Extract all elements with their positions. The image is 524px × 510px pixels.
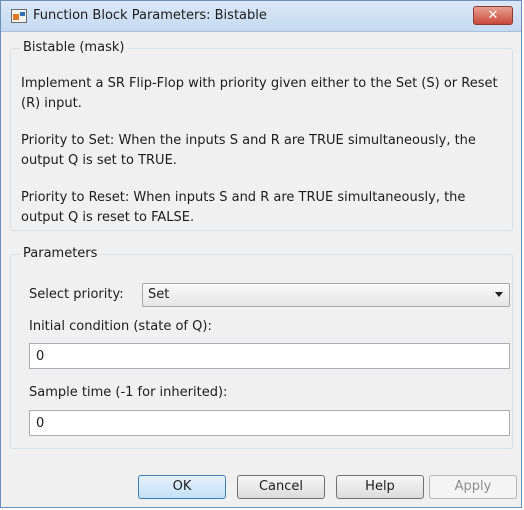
apply-button[interactable]: Apply [429, 475, 517, 499]
mask-group-title: Bistable (mask) [20, 40, 128, 55]
priority-selected-value: Set [148, 287, 170, 302]
dialog-window: Function Block Parameters: Bistable ✕ Bi… [0, 0, 522, 508]
help-button[interactable]: Help [336, 475, 424, 499]
priority-select[interactable]: Set [142, 283, 510, 307]
chevron-down-icon [495, 292, 503, 297]
sample-time-input[interactable]: 0 [29, 410, 510, 436]
description-text: Implement a SR Flip-Flop with priority g… [21, 76, 498, 111]
initial-condition-value: 0 [36, 349, 45, 364]
title-bar[interactable]: Function Block Parameters: Bistable ✕ [1, 1, 521, 32]
priority-set-text: Priority to Set: When the inputs S and R… [21, 133, 476, 168]
sample-time-label: Sample time (-1 for inherited): [29, 385, 228, 400]
simulink-block-icon [11, 9, 27, 23]
window-title: Function Block Parameters: Bistable [33, 8, 267, 23]
priority-label: Select priority: [29, 287, 124, 302]
close-icon: ✕ [487, 8, 499, 23]
mask-groupbox: Bistable (mask) Implement a SR Flip-Flop… [10, 40, 513, 231]
priority-reset-text: Priority to Reset: When inputs S and R a… [21, 190, 466, 225]
cancel-button[interactable]: Cancel [237, 475, 325, 499]
initial-condition-label: Initial condition (state of Q): [29, 319, 212, 334]
ok-button[interactable]: OK [138, 475, 226, 499]
sample-time-value: 0 [36, 416, 45, 431]
initial-condition-input[interactable]: 0 [29, 343, 510, 369]
close-button[interactable]: ✕ [473, 6, 513, 25]
parameters-group-title: Parameters [20, 246, 101, 261]
